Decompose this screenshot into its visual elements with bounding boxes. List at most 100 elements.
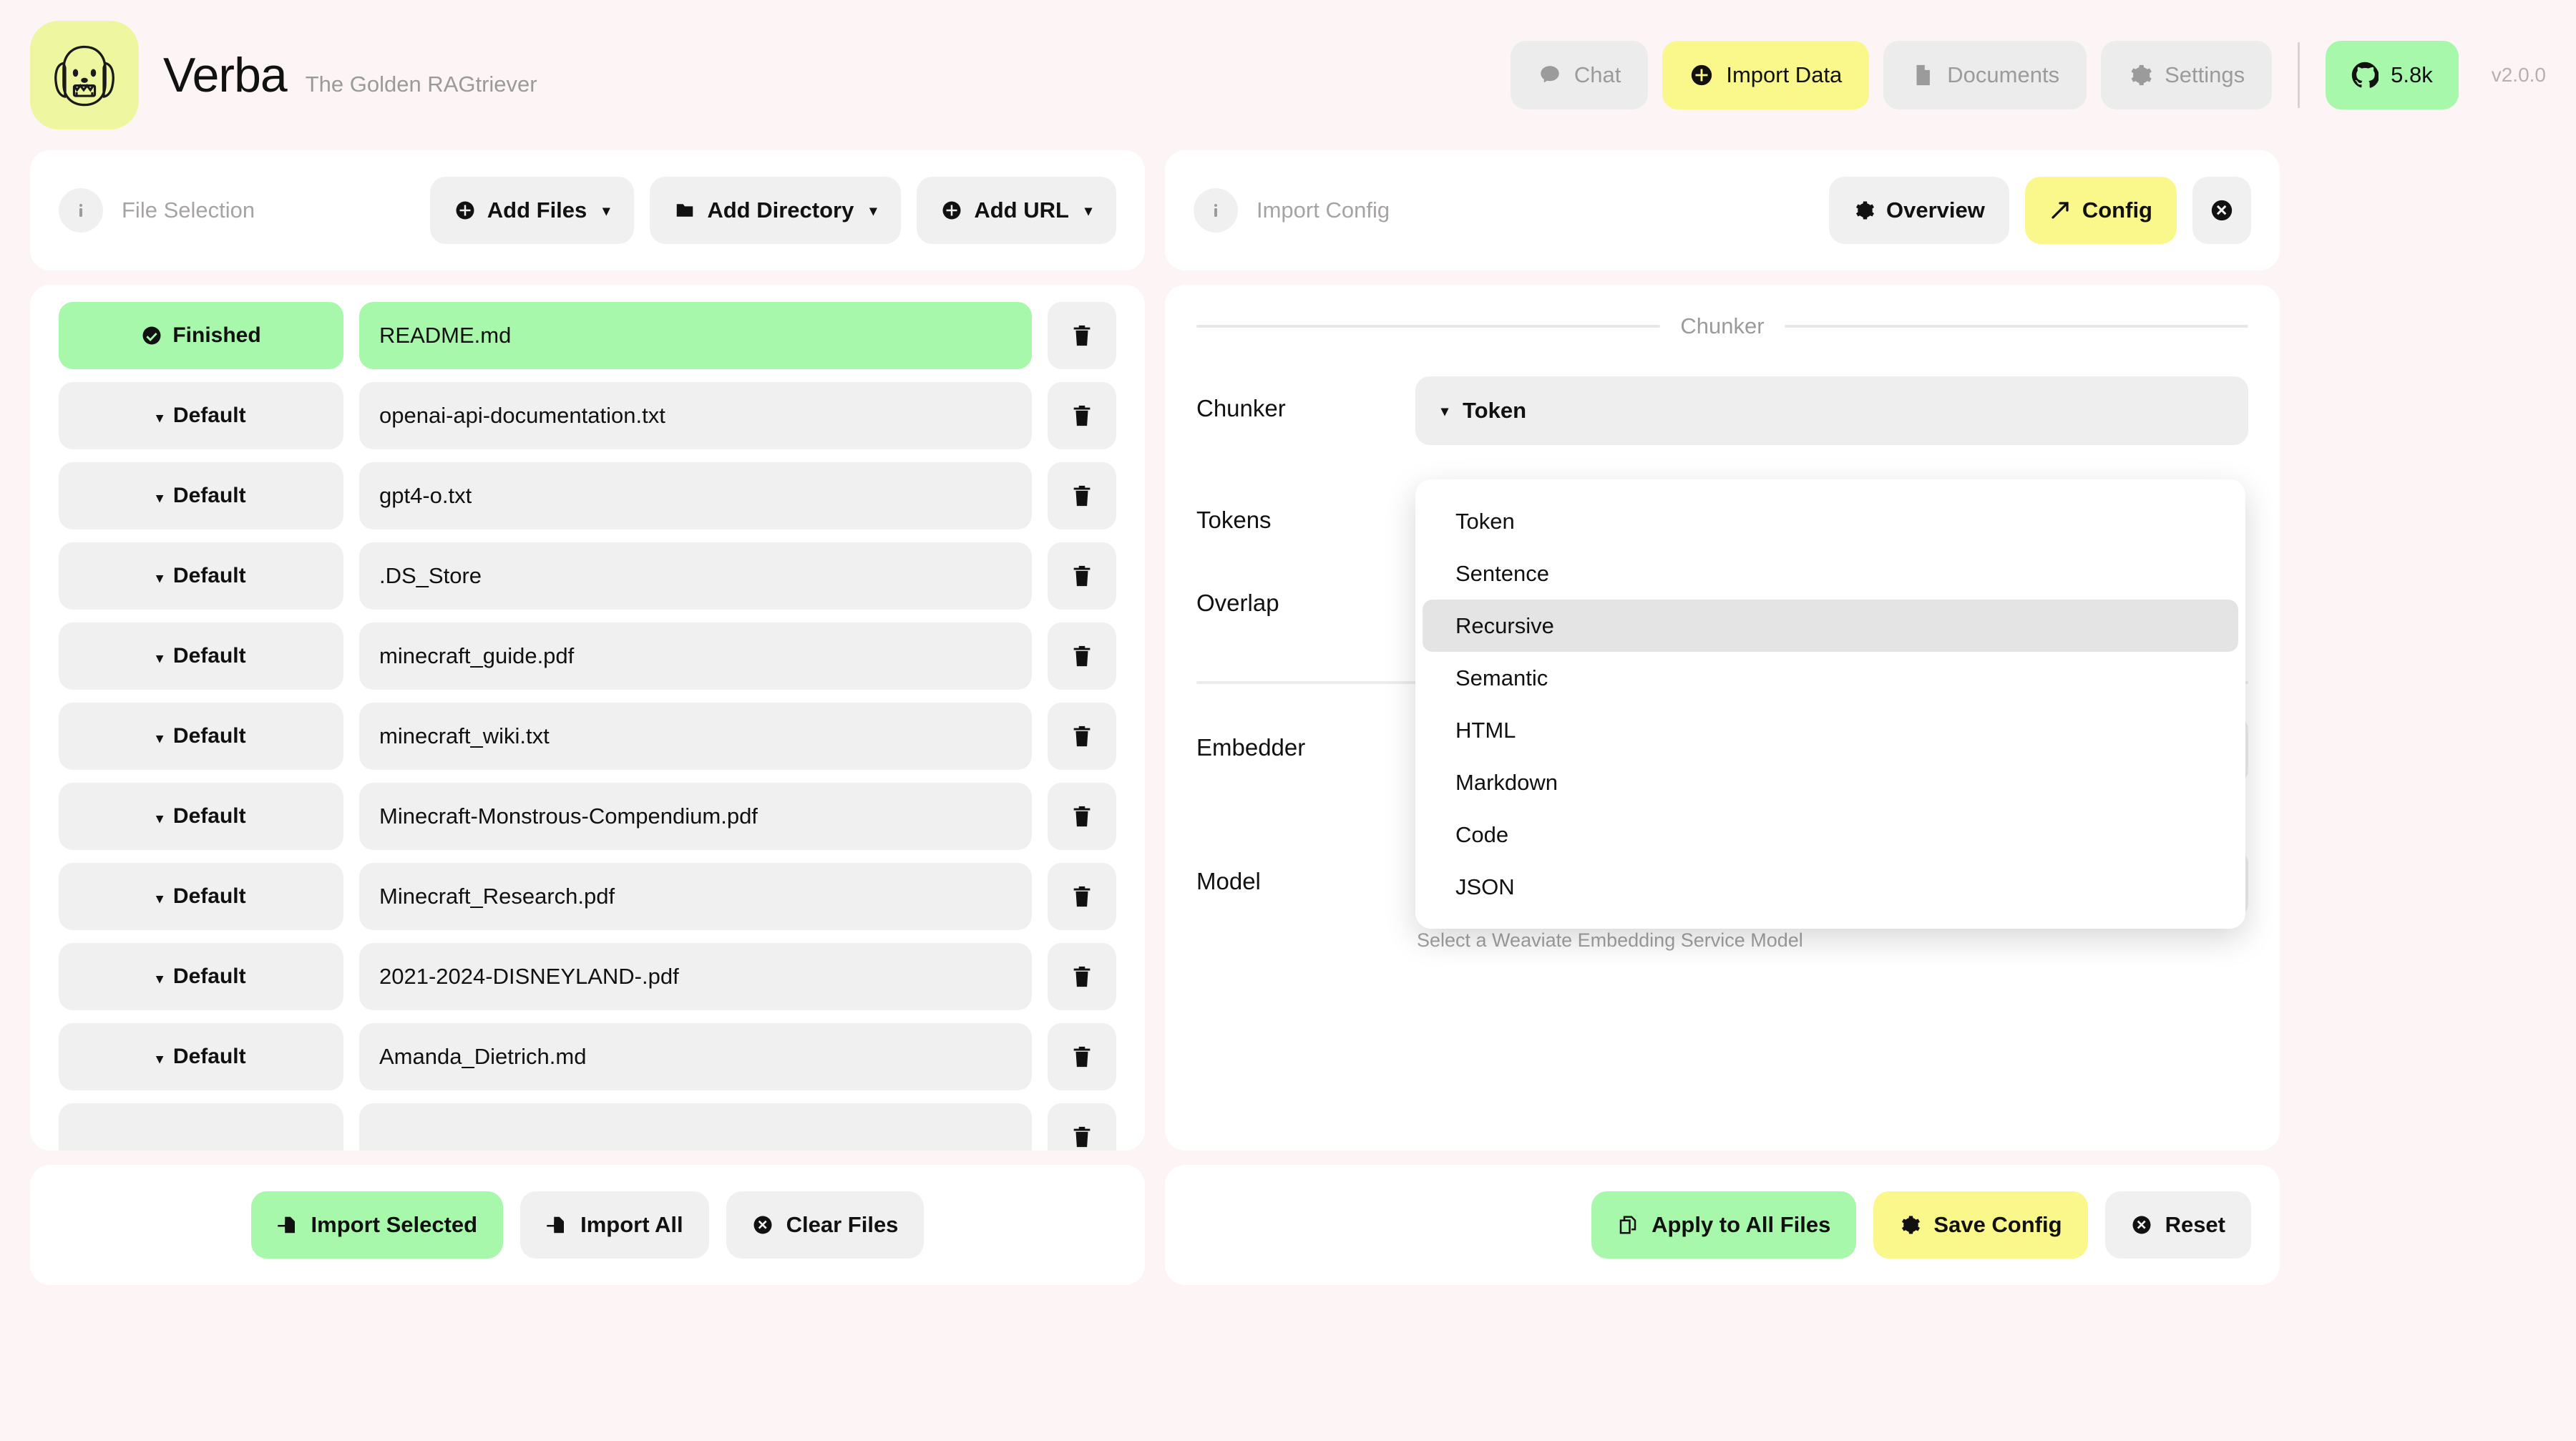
copy-files-icon xyxy=(1617,1214,1639,1236)
x-circle-icon xyxy=(2210,198,2234,223)
file-status-chip[interactable]: ▾ Default xyxy=(59,542,343,610)
chunker-option-markdown[interactable]: Markdown xyxy=(1423,756,2238,809)
file-status-chip[interactable]: ▾ Default xyxy=(59,703,343,770)
delete-file-button[interactable] xyxy=(1048,703,1116,770)
chevron-down-icon: ▾ xyxy=(156,571,163,586)
chevron-down-icon: ▾ xyxy=(1084,202,1092,219)
apply-to-all-files-button[interactable]: Apply to All Files xyxy=(1591,1191,1857,1259)
chunker-option-sentence[interactable]: Sentence xyxy=(1423,547,2238,600)
nav-item-chat[interactable]: Chat xyxy=(1510,41,1649,109)
chevron-down-icon: ▾ xyxy=(602,202,610,219)
add-url-button[interactable]: Add URL ▾ xyxy=(917,177,1116,244)
gear-icon xyxy=(2128,63,2152,87)
file-selection-actions: Add Files ▾ Add Directory ▾ Add URL ▾ xyxy=(429,177,1116,244)
chunker-select-value: Token xyxy=(1463,398,1527,423)
file-name[interactable]: gpt4-o.txt xyxy=(359,462,1032,529)
file-list[interactable]: Finished README.md ▾ Default openai-api-docu… xyxy=(30,285,1145,1151)
chevron-down-icon: ▾ xyxy=(156,1052,163,1067)
delete-file-button[interactable] xyxy=(1048,302,1116,369)
chunker-option-token[interactable]: Token xyxy=(1423,495,2238,547)
config-label: Config xyxy=(2082,197,2152,223)
file-status-label: Default xyxy=(172,724,246,748)
file-name[interactable] xyxy=(359,1103,1032,1151)
chunker-option-semantic[interactable]: Semantic xyxy=(1423,652,2238,704)
file-status-chip[interactable]: ▾ Default xyxy=(59,863,343,930)
add-files-label: Add Files xyxy=(487,197,587,223)
save-config-button[interactable]: Save Config xyxy=(1873,1191,2088,1259)
delete-file-button[interactable] xyxy=(1048,783,1116,850)
file-status-chip[interactable]: ▾ Default xyxy=(59,382,343,449)
delete-file-button[interactable] xyxy=(1048,1023,1116,1090)
chunker-section-header: Chunker xyxy=(1196,313,2248,339)
chunker-option-code[interactable]: Code xyxy=(1423,809,2238,861)
chunker-option-recursive[interactable]: Recursive xyxy=(1423,600,2238,652)
file-name[interactable]: Amanda_Dietrich.md xyxy=(359,1023,1032,1090)
chunker-option-html[interactable]: HTML xyxy=(1423,704,2238,756)
add-directory-button[interactable]: Add Directory ▾ xyxy=(650,177,902,244)
file-status-label: Default xyxy=(172,1045,246,1068)
clear-files-button[interactable]: Clear Files xyxy=(726,1191,924,1259)
clear-files-label: Clear Files xyxy=(786,1212,899,1237)
trash-icon xyxy=(1070,884,1094,909)
file-name[interactable]: openai-api-documentation.txt xyxy=(359,382,1032,449)
chevron-down-icon: ▾ xyxy=(156,491,163,506)
file-name[interactable]: Minecraft_Research.pdf xyxy=(359,863,1032,930)
file-selection-toolbar: File Selection Add Files ▾ Add Directory… xyxy=(30,150,1145,270)
overview-button[interactable]: Overview xyxy=(1828,177,2009,244)
file-status-chip[interactable]: Finished xyxy=(59,302,343,369)
chevron-down-icon: ▾ xyxy=(156,884,163,909)
nav-item-import-data[interactable]: Import Data xyxy=(1662,41,1870,109)
chunker-field: Chunker ▾ Token xyxy=(1196,376,2248,445)
file-name[interactable]: minecraft_wiki.txt xyxy=(359,703,1032,770)
chunker-option-json[interactable]: JSON xyxy=(1423,861,2238,913)
file-name[interactable]: .DS_Store xyxy=(359,542,1032,610)
info-icon[interactable] xyxy=(59,188,103,233)
file-status-chip[interactable]: ▾ Default xyxy=(59,462,343,529)
app-header: Verba The Golden RAGtriever Chat Import … xyxy=(0,0,2576,150)
file-status-chip[interactable]: ▾ Default xyxy=(59,943,343,1010)
nav-label-chat: Chat xyxy=(1574,62,1621,87)
file-status-chip[interactable] xyxy=(59,1103,343,1151)
divider-line-left xyxy=(1196,325,1661,328)
delete-file-button[interactable] xyxy=(1048,1103,1116,1151)
trash-icon xyxy=(1070,323,1094,348)
chevron-down-icon: ▾ xyxy=(156,404,163,428)
x-circle-icon xyxy=(752,1214,774,1236)
delete-file-button[interactable] xyxy=(1048,382,1116,449)
add-files-button[interactable]: Add Files ▾ xyxy=(429,177,635,244)
trash-icon xyxy=(1070,964,1094,989)
chunker-dropdown-menu[interactable]: Token Sentence Recursive Semantic HTML Markdo… xyxy=(1415,479,2245,929)
nav-item-documents[interactable]: Documents xyxy=(1883,41,2087,109)
import-selected-button[interactable]: Import Selected xyxy=(250,1191,504,1259)
page-title: Verba xyxy=(163,48,288,102)
file-status-chip[interactable]: ▾ Default xyxy=(59,1023,343,1090)
github-stars-button[interactable]: 5.8k xyxy=(2326,41,2459,109)
add-url-label: Add URL xyxy=(974,197,1069,223)
x-circle-icon xyxy=(2131,1214,2152,1236)
file-name[interactable]: README.md xyxy=(359,302,1032,369)
trash-icon xyxy=(1070,644,1094,668)
nav-item-settings[interactable]: Settings xyxy=(2101,41,2273,109)
file-status-chip[interactable]: ▾ Default xyxy=(59,622,343,690)
file-name[interactable]: 2021-2024-DISNEYLAND-.pdf xyxy=(359,943,1032,1010)
chat-bubble-icon xyxy=(1538,63,1562,87)
config-button[interactable]: Config xyxy=(2024,177,2177,244)
delete-file-button[interactable] xyxy=(1048,542,1116,610)
trash-icon xyxy=(1070,404,1094,428)
chevron-down-icon: ▾ xyxy=(156,564,163,588)
info-icon[interactable] xyxy=(1194,188,1238,233)
reset-button[interactable]: Reset xyxy=(2104,1191,2251,1259)
close-config-button[interactable] xyxy=(2192,177,2251,244)
nav-label-import-data: Import Data xyxy=(1726,62,1843,87)
file-selection-column: File Selection Add Files ▾ Add Directory… xyxy=(30,150,1145,1285)
file-row: ▾ Default gpt4-o.txt xyxy=(59,462,1116,529)
file-status-chip[interactable]: ▾ Default xyxy=(59,783,343,850)
file-name[interactable]: Minecraft-Monstrous-Compendium.pdf xyxy=(359,783,1032,850)
delete-file-button[interactable] xyxy=(1048,943,1116,1010)
chunker-select[interactable]: ▾ Token xyxy=(1415,376,2248,445)
import-all-button[interactable]: Import All xyxy=(520,1191,709,1259)
delete-file-button[interactable] xyxy=(1048,622,1116,690)
file-name[interactable]: minecraft_guide.pdf xyxy=(359,622,1032,690)
delete-file-button[interactable] xyxy=(1048,462,1116,529)
delete-file-button[interactable] xyxy=(1048,863,1116,930)
